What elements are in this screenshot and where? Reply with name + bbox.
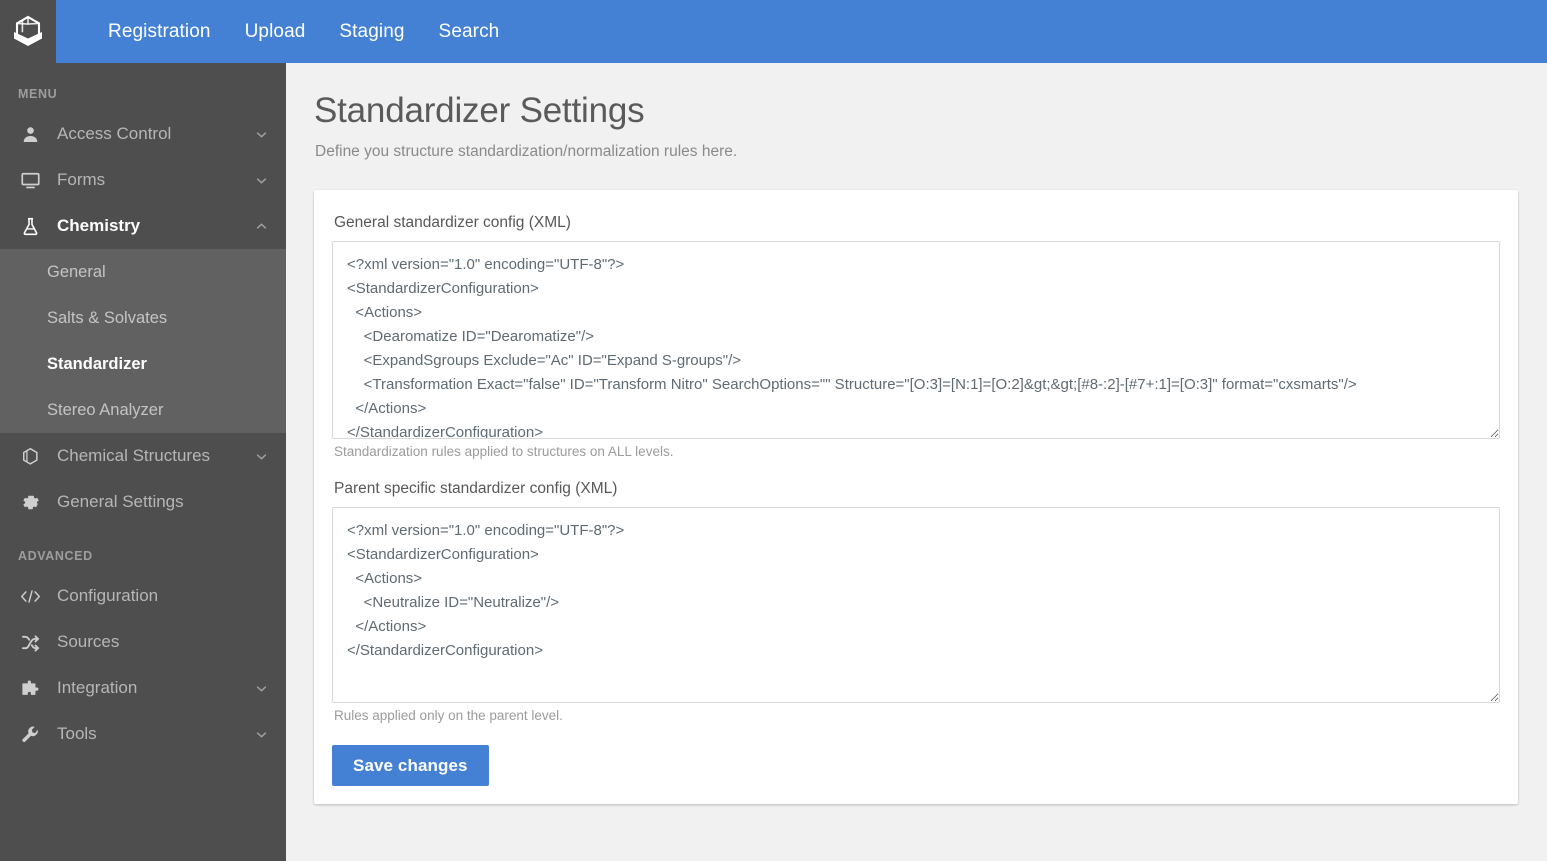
puzzle-icon [18,679,42,698]
sidebar-item-label: Chemical Structures [57,446,211,465]
cube-box-logo-icon [8,12,48,52]
sidebar-item-configuration[interactable]: Configuration [0,573,286,619]
monitor-icon [18,171,42,190]
settings-card: General standardizer config (XML) Standa… [314,190,1518,804]
chevron-down-icon[interactable] [254,127,268,141]
general-config-label: General standardizer config (XML) [334,214,571,231]
sidebar-item-integration[interactable]: Integration [0,665,286,711]
shuffle-icon [18,633,42,652]
nav-item-upload[interactable]: Upload [228,0,323,63]
sidebar-section-menu-title: MENU [18,87,58,101]
parent-config-label: Parent specific standardizer config (XML… [334,480,618,497]
wrench-icon [18,725,42,744]
sidebar: MENU Access Control Forms Chemistry Gene… [0,63,286,861]
sidebar-item-label: Forms [57,170,106,189]
parent-config-help: Rules applied only on the parent level. [334,708,563,723]
top-navbar: Registration Upload Staging Search [0,0,1547,63]
sidebar-item-label: Tools [57,724,97,743]
sidebar-section-advanced-title: ADVANCED [18,549,93,563]
flask-icon [18,217,42,236]
sidebar-item-label: Configuration [57,586,159,605]
sidebar-item-label: Sources [57,632,120,651]
general-config-help: Standardization rules applied to structu… [334,444,674,459]
gear-icon [18,493,42,512]
sidebar-item-chemistry[interactable]: Chemistry [0,203,286,249]
sidebar-item-general-settings[interactable]: General Settings [0,479,286,525]
chevron-down-icon[interactable] [254,681,268,695]
page-title: Standardizer Settings [314,91,645,130]
sidebar-subitem-salts-solvates[interactable]: Salts & Solvates [0,295,286,341]
nav-item-search[interactable]: Search [422,0,517,63]
user-icon [18,126,42,143]
chevron-down-icon[interactable] [254,173,268,187]
sidebar-item-access-control[interactable]: Access Control [0,111,286,157]
hexagon-icon [18,447,42,466]
chemistry-submenu: General Salts & Solvates Standardizer St… [0,249,286,433]
primary-nav: Registration Upload Staging Search [56,0,516,63]
sidebar-subitem-standardizer[interactable]: Standardizer [0,341,286,387]
chevron-up-icon[interactable] [254,219,268,233]
app-logo[interactable] [0,0,56,63]
nav-item-staging[interactable]: Staging [322,0,421,63]
parent-config-wrapper [332,507,1500,703]
chevron-down-icon[interactable] [254,449,268,463]
sidebar-subitem-general[interactable]: General [0,249,286,295]
sidebar-item-chemical-structures[interactable]: Chemical Structures [0,433,286,479]
general-config-wrapper [332,241,1500,439]
save-changes-button[interactable]: Save changes [332,745,489,786]
page-subtitle: Define you structure standardization/nor… [315,143,738,160]
sidebar-item-sources[interactable]: Sources [0,619,286,665]
sidebar-item-label: Integration [57,678,138,697]
sidebar-item-label: Chemistry [57,216,141,235]
sidebar-item-tools[interactable]: Tools [0,711,286,757]
code-icon [18,588,42,605]
general-config-textarea[interactable] [332,241,1500,439]
chevron-down-icon[interactable] [254,727,268,741]
nav-item-registration[interactable]: Registration [91,0,228,63]
sidebar-item-forms[interactable]: Forms [0,157,286,203]
parent-config-textarea[interactable] [332,507,1500,703]
sidebar-item-label: Access Control [57,124,172,143]
sidebar-subitem-stereo-analyzer[interactable]: Stereo Analyzer [0,387,286,433]
main-content: Standardizer Settings Define you structu… [286,63,1547,861]
sidebar-item-label: General Settings [57,492,184,511]
